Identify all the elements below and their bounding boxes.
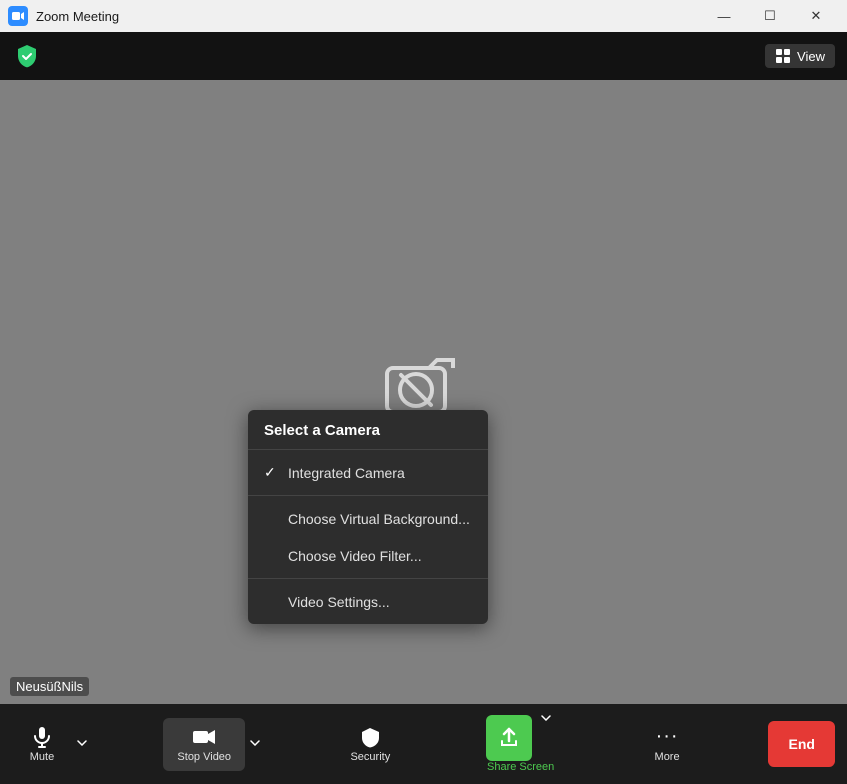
menu-item-virtual-background[interactable]: ✓ Choose Virtual Background... [248, 500, 488, 537]
menu-section-cameras: ✓ Integrated Camera [248, 450, 488, 496]
virtual-background-label: Choose Virtual Background... [288, 511, 470, 527]
mute-group: Mute [12, 718, 92, 771]
toolbar: Mute Stop Video [0, 704, 847, 784]
more-dots-icon: ··· [656, 725, 679, 748]
integrated-camera-label: Integrated Camera [288, 465, 405, 481]
camera-context-menu: Select a Camera ✓ Integrated Camera ✓ Ch… [248, 410, 488, 624]
zoom-logo [8, 6, 28, 26]
meeting-top-bar: View [0, 32, 847, 80]
close-button[interactable]: ✕ [793, 0, 839, 32]
security-shield-icon [359, 726, 381, 748]
mute-label: Mute [30, 751, 54, 763]
share-screen-label: Share Screen [487, 761, 554, 773]
stop-video-button[interactable]: Stop Video [163, 718, 245, 771]
toolbar-right: End [768, 721, 834, 767]
security-group: Security [336, 718, 404, 771]
security-shield-badge [12, 41, 42, 71]
security-button[interactable]: Security [336, 718, 404, 771]
stop-video-label: Stop Video [177, 751, 231, 763]
menu-item-integrated-camera[interactable]: ✓ Integrated Camera [248, 454, 488, 491]
share-screen-group: Share Screen [476, 711, 566, 777]
video-settings-label: Video Settings... [288, 594, 390, 610]
more-group: ··· More [637, 717, 697, 771]
share-screen-icon-bg [486, 715, 532, 761]
more-label: More [655, 751, 680, 763]
maximize-button[interactable]: ☐ [747, 0, 793, 32]
title-bar-left: Zoom Meeting [8, 6, 119, 26]
end-button[interactable]: End [768, 721, 834, 767]
mute-arrow-button[interactable] [72, 718, 92, 754]
menu-title: Select a Camera [248, 410, 488, 450]
video-camera-icon [192, 726, 216, 748]
participant-name: NeusüßNils [10, 677, 89, 696]
mute-button[interactable]: Mute [12, 718, 72, 771]
more-button[interactable]: ··· More [637, 717, 697, 771]
menu-item-video-settings[interactable]: ✓ Video Settings... [248, 583, 488, 620]
view-button[interactable]: View [765, 44, 835, 68]
stop-video-arrow-button[interactable] [245, 718, 265, 754]
stop-video-group: Stop Video [163, 718, 265, 771]
share-screen-button[interactable]: Share Screen [476, 711, 566, 777]
title-bar: Zoom Meeting — ☐ ✕ [0, 0, 847, 32]
security-label: Security [350, 751, 390, 763]
menu-section-settings: ✓ Video Settings... [248, 579, 488, 624]
menu-item-video-filter[interactable]: ✓ Choose Video Filter... [248, 537, 488, 574]
title-bar-controls: — ☐ ✕ [701, 0, 839, 32]
menu-section-background: ✓ Choose Virtual Background... ✓ Choose … [248, 496, 488, 579]
window-title: Zoom Meeting [36, 9, 119, 24]
video-filter-label: Choose Video Filter... [288, 548, 422, 564]
minimize-button[interactable]: — [701, 0, 747, 32]
checkmark-icon: ✓ [264, 464, 280, 481]
share-screen-arrow-button[interactable] [536, 715, 556, 721]
meeting-area: View NeusüßNils Select a Camera ✓ Integr [0, 32, 847, 704]
view-label: View [797, 49, 825, 64]
microphone-icon [31, 726, 53, 748]
